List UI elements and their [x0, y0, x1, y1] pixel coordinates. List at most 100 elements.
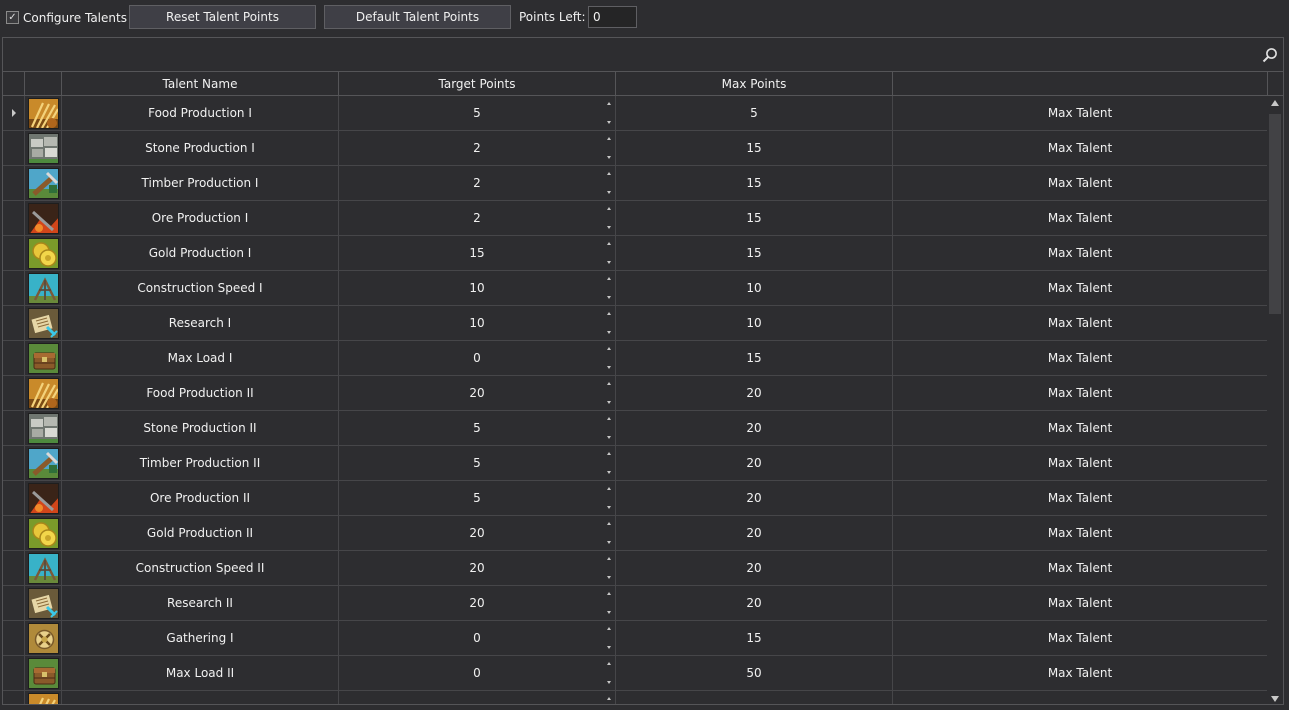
target-points-value[interactable]: 20 — [469, 561, 484, 575]
table-row[interactable]: Construction Speed II 20 20 Max Talent — [3, 551, 1267, 586]
spin-up-icon[interactable] — [606, 172, 611, 175]
scroll-thumb[interactable] — [1269, 114, 1281, 314]
spinner[interactable] — [605, 242, 612, 264]
target-points-value[interactable]: 0 — [473, 631, 481, 645]
table-row[interactable]: Timber Production II 5 20 Max Talent — [3, 446, 1267, 481]
row-indicator[interactable] — [3, 446, 25, 480]
target-points-value[interactable]: 20 — [469, 526, 484, 540]
spin-down-icon[interactable] — [606, 681, 611, 684]
spin-up-icon[interactable] — [606, 102, 611, 105]
spinner[interactable] — [605, 382, 612, 404]
spin-down-icon[interactable] — [606, 646, 611, 649]
target-points-stepper[interactable]: 5 — [339, 96, 616, 130]
spinner[interactable] — [605, 487, 612, 509]
spin-down-icon[interactable] — [606, 471, 611, 474]
spin-up-icon[interactable] — [606, 207, 611, 210]
spinner[interactable] — [605, 102, 612, 124]
table-row[interactable]: Stone Production II 5 20 Max Talent — [3, 411, 1267, 446]
spin-up-icon[interactable] — [606, 347, 611, 350]
row-indicator[interactable] — [3, 656, 25, 690]
row-indicator[interactable] — [3, 306, 25, 340]
target-points-stepper[interactable]: 0 — [339, 621, 616, 655]
table-row[interactable]: Ore Production I 2 15 Max Talent — [3, 201, 1267, 236]
target-points-stepper[interactable]: 20 — [339, 586, 616, 620]
target-points-stepper[interactable]: 0 — [339, 341, 616, 375]
spin-up-icon[interactable] — [606, 242, 611, 245]
target-points-value[interactable]: 2 — [473, 211, 481, 225]
target-points-value[interactable]: 0 — [473, 351, 481, 365]
header-max-points[interactable]: Max Points — [616, 72, 893, 95]
spinner[interactable] — [605, 172, 612, 194]
target-points-value[interactable]: 5 — [473, 491, 481, 505]
target-points-value[interactable]: 20 — [469, 596, 484, 610]
spin-down-icon[interactable] — [606, 226, 611, 229]
spin-up-icon[interactable] — [606, 487, 611, 490]
spinner[interactable] — [605, 522, 612, 544]
spin-up-icon[interactable] — [606, 277, 611, 280]
max-talent-button[interactable]: Max Talent — [893, 551, 1267, 585]
row-indicator[interactable] — [3, 201, 25, 235]
spinner[interactable] — [605, 697, 612, 704]
target-points-stepper[interactable] — [339, 691, 616, 704]
spin-down-icon[interactable] — [606, 191, 611, 194]
spin-down-icon[interactable] — [606, 121, 611, 124]
max-talent-button[interactable]: Max Talent — [893, 411, 1267, 445]
spin-up-icon[interactable] — [606, 137, 611, 140]
spin-up-icon[interactable] — [606, 417, 611, 420]
target-points-value[interactable]: 0 — [473, 666, 481, 680]
spinner[interactable] — [605, 627, 612, 649]
target-points-value[interactable]: 10 — [469, 281, 484, 295]
scroll-up-arrow-icon[interactable] — [1271, 100, 1279, 106]
target-points-value[interactable]: 15 — [469, 246, 484, 260]
table-row[interactable]: Research II 20 20 Max Talent — [3, 586, 1267, 621]
row-indicator[interactable] — [3, 586, 25, 620]
header-talent-name[interactable]: Talent Name — [62, 72, 339, 95]
max-talent-button[interactable] — [893, 691, 1267, 704]
spin-down-icon[interactable] — [606, 576, 611, 579]
table-row[interactable] — [3, 691, 1267, 704]
table-row[interactable]: Stone Production I 2 15 Max Talent — [3, 131, 1267, 166]
header-action[interactable] — [893, 72, 1268, 95]
search-icon[interactable] — [1261, 46, 1279, 64]
spinner[interactable] — [605, 557, 612, 579]
row-indicator[interactable] — [3, 271, 25, 305]
spinner[interactable] — [605, 347, 612, 369]
max-talent-button[interactable]: Max Talent — [893, 201, 1267, 235]
spin-up-icon[interactable] — [606, 452, 611, 455]
row-indicator[interactable] — [3, 516, 25, 550]
table-row[interactable]: Construction Speed I 10 10 Max Talent — [3, 271, 1267, 306]
spin-up-icon[interactable] — [606, 592, 611, 595]
row-indicator[interactable] — [3, 691, 25, 704]
table-row[interactable]: Gold Production I 15 15 Max Talent — [3, 236, 1267, 271]
spinner[interactable] — [605, 662, 612, 684]
spinner[interactable] — [605, 452, 612, 474]
max-talent-button[interactable]: Max Talent — [893, 166, 1267, 200]
target-points-stepper[interactable]: 5 — [339, 411, 616, 445]
spin-down-icon[interactable] — [606, 331, 611, 334]
max-talent-button[interactable]: Max Talent — [893, 586, 1267, 620]
reset-talent-points-button[interactable]: Reset Talent Points — [129, 5, 316, 29]
row-indicator[interactable] — [3, 481, 25, 515]
row-indicator[interactable] — [3, 236, 25, 270]
target-points-stepper[interactable]: 10 — [339, 271, 616, 305]
max-talent-button[interactable]: Max Talent — [893, 236, 1267, 270]
vertical-scrollbar[interactable] — [1267, 96, 1283, 704]
target-points-value[interactable]: 5 — [473, 106, 481, 120]
max-talent-button[interactable]: Max Talent — [893, 516, 1267, 550]
configure-talents-checkbox[interactable]: ✓ Configure Talents — [6, 10, 127, 25]
max-talent-button[interactable]: Max Talent — [893, 341, 1267, 375]
spin-up-icon[interactable] — [606, 557, 611, 560]
max-talent-button[interactable]: Max Talent — [893, 621, 1267, 655]
max-talent-button[interactable]: Max Talent — [893, 96, 1267, 130]
max-talent-button[interactable]: Max Talent — [893, 306, 1267, 340]
target-points-stepper[interactable]: 20 — [339, 376, 616, 410]
spin-down-icon[interactable] — [606, 506, 611, 509]
header-target-points[interactable]: Target Points — [339, 72, 616, 95]
target-points-stepper[interactable]: 5 — [339, 481, 616, 515]
row-indicator[interactable] — [3, 411, 25, 445]
row-indicator[interactable] — [3, 166, 25, 200]
spin-up-icon[interactable] — [606, 627, 611, 630]
target-points-stepper[interactable]: 10 — [339, 306, 616, 340]
spinner[interactable] — [605, 137, 612, 159]
table-row[interactable]: Research I 10 10 Max Talent — [3, 306, 1267, 341]
